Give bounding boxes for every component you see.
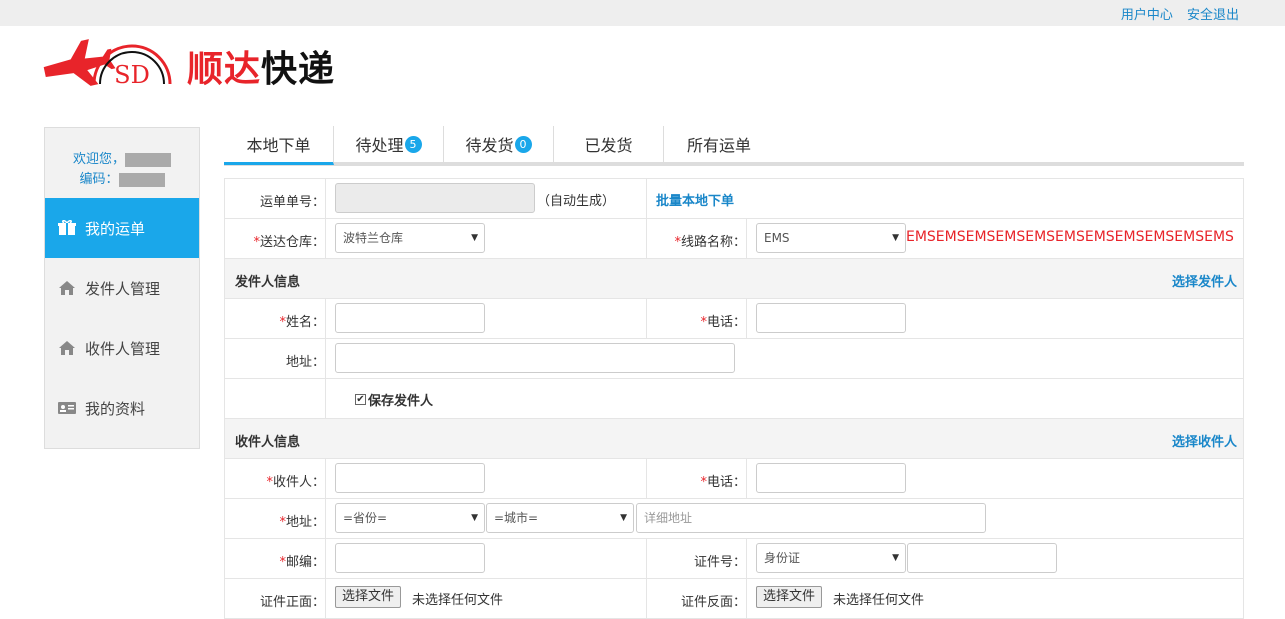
postcode-id-row: *邮编： 证件号： 身份证	[224, 539, 1244, 579]
tab-all-waybills[interactable]: 所有运单	[664, 126, 774, 162]
sender-section-header: 发件人信息 选择发件人	[224, 259, 1244, 299]
receiver-section-header: 收件人信息 选择收件人	[224, 419, 1244, 459]
home-icon	[57, 279, 77, 297]
receiver-phone-label: *电话：	[700, 475, 746, 490]
id-back-label: 证件反面：	[680, 595, 746, 610]
awaiting-count-badge: 0	[514, 135, 532, 153]
logo: SD 顺达快递	[42, 38, 362, 90]
receiver-address-row: *地址： =省份= =城市= 详细地址	[224, 499, 1244, 539]
receiver-name-phone-row: *收件人： *电话：	[224, 459, 1244, 499]
sidebar-item-receiver-management[interactable]: 收件人管理	[45, 318, 199, 378]
id-front-label: 证件正面：	[259, 595, 325, 610]
tab-pending[interactable]: 待处理 5	[334, 126, 444, 162]
welcome-label: 欢迎您，	[72, 152, 125, 167]
tab-local-order[interactable]: 本地下单	[224, 126, 334, 165]
id-photo-row: 证件正面： 选择文件 未选择任何文件 证件反面： 选择文件 未选择任何文件	[224, 579, 1244, 619]
waybill-label: 运单单号：	[259, 195, 325, 210]
top-links: 用户中心 安全退出	[1111, 4, 1239, 23]
waybill-number-input	[335, 183, 535, 213]
receiver-address-label: *地址：	[279, 515, 325, 530]
sidebar: 欢迎您， 编码： 我的运单 发件人管理 收件人管理 我的资料	[44, 127, 200, 449]
receiver-name-label: *收件人：	[266, 475, 325, 490]
welcome-box: 欢迎您， 编码：	[45, 128, 199, 198]
sender-phone-label: *电话：	[700, 315, 746, 330]
top-bar: 用户中心 安全退出	[0, 0, 1285, 26]
brand-name: 顺达快递	[187, 49, 336, 90]
receiver-section-title: 收件人信息	[235, 435, 301, 450]
sidebar-item-sender-management[interactable]: 发件人管理	[45, 258, 199, 318]
sender-address-row: 地址：	[224, 339, 1244, 379]
pending-count-badge: 5	[404, 135, 422, 153]
sidebar-item-my-profile[interactable]: 我的资料	[45, 378, 199, 438]
tab-awaiting-shipment[interactable]: 待发货 0	[444, 126, 554, 162]
sender-address-label: 地址：	[285, 355, 325, 370]
detail-address-input[interactable]: 详细地址	[636, 503, 986, 533]
warehouse-route-row: *送达仓库： 波特兰仓库 *线路名称： EMS EMSEMSEMSEMSEMSE…	[224, 219, 1244, 259]
id-card-icon	[57, 399, 77, 417]
user-center-link[interactable]: 用户中心	[1121, 8, 1173, 23]
logout-link[interactable]: 安全退出	[1187, 8, 1239, 23]
route-select[interactable]: EMS	[756, 223, 906, 253]
postcode-input[interactable]	[335, 543, 485, 573]
waybill-row: 运单单号： （自动生成） 批量本地下单	[224, 179, 1244, 219]
sender-address-input[interactable]	[335, 343, 735, 373]
sender-phone-input[interactable]	[756, 303, 906, 333]
id-front-choose-file-button[interactable]: 选择文件	[335, 586, 402, 608]
id-back-file-status: 未选择任何文件	[833, 593, 925, 608]
username-redacted	[125, 152, 171, 167]
receiver-phone-input[interactable]	[756, 463, 906, 493]
save-sender-label: 保存发件人	[368, 394, 434, 409]
order-form: 运单单号： （自动生成） 批量本地下单 *送达仓库： 波特兰仓库 *线路名称： …	[224, 178, 1244, 619]
save-sender-row: ✔ 保存发件人	[224, 379, 1244, 419]
id-type-select[interactable]: 身份证	[756, 543, 906, 573]
id-number-label: 证件号：	[693, 555, 746, 570]
select-receiver-link[interactable]: 选择收件人	[1172, 431, 1237, 450]
sidebar-item-my-waybills[interactable]: 我的运单	[45, 198, 199, 258]
code-label: 编码：	[79, 172, 119, 187]
tab-shipped[interactable]: 已发货	[554, 126, 664, 162]
province-select[interactable]: =省份=	[335, 503, 485, 533]
save-sender-checkbox[interactable]: ✔	[355, 394, 366, 405]
sender-name-label: *姓名：	[279, 315, 325, 330]
home-icon	[57, 339, 77, 357]
gift-icon	[57, 219, 77, 237]
receiver-name-input[interactable]	[335, 463, 485, 493]
auto-generate-note: （自动生成）	[537, 194, 616, 209]
warehouse-label: *送达仓库：	[253, 235, 325, 250]
route-label: *线路名称：	[674, 235, 746, 250]
batch-order-link[interactable]: 批量本地下单	[656, 190, 734, 209]
route-note: EMSEMSEMSEMSEMSEMSEMSEMSEMSEMSEMS	[906, 229, 1234, 245]
sender-name-phone-row: *姓名： *电话：	[224, 299, 1244, 339]
svg-text:SD: SD	[114, 61, 150, 89]
tab-bar: 本地下单 待处理 5 待发货 0 已发货 所有运单	[224, 126, 1244, 166]
id-back-choose-file-button[interactable]: 选择文件	[756, 586, 823, 608]
plane-logo-icon: SD	[43, 39, 172, 89]
postcode-label: *邮编：	[279, 555, 325, 570]
city-select[interactable]: =城市=	[486, 503, 634, 533]
sender-name-input[interactable]	[335, 303, 485, 333]
id-number-input[interactable]	[907, 543, 1057, 573]
select-sender-link[interactable]: 选择发件人	[1172, 271, 1237, 290]
id-front-file-status: 未选择任何文件	[412, 593, 504, 608]
sender-section-title: 发件人信息	[235, 275, 301, 290]
save-sender-checkbox-wrap: ✔ 保存发件人	[355, 390, 433, 409]
warehouse-select[interactable]: 波特兰仓库	[335, 223, 485, 253]
code-redacted	[118, 172, 165, 187]
